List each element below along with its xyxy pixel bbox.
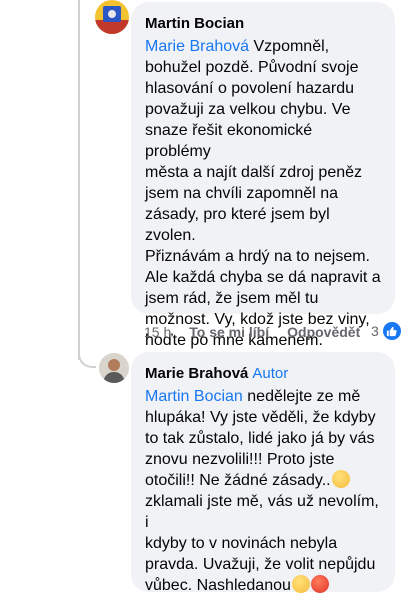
comment-bubble: Martin Bocian Marie Brahová Vzpomněl, bo… [131,2,395,349]
comment-text: Martin Bocian nedělejte ze mě hlupáka! V… [145,388,379,594]
reply-button[interactable]: Odpovědět [287,324,360,340]
thread-connector [78,330,96,368]
mention-link[interactable]: Martin Bocian [145,388,243,405]
comment-author[interactable]: Martin Bocian [145,14,381,34]
avatar[interactable] [95,0,129,34]
thumbs-up-icon [382,322,401,340]
comment-bubble: Marie Brahová Autor Martin Bocian nedělej… [131,352,395,594]
mention-link[interactable]: Marie Brahová [145,38,249,55]
author-name[interactable]: Marie Brahová [145,365,248,382]
comment-actions: 15 h To se mi líbí Odpovědět [144,322,378,342]
sad-face-icon [331,470,350,488]
timestamp[interactable]: 15 h [144,324,171,340]
reaction-summary[interactable]: 3 [371,322,401,340]
reaction-count: 3 [371,323,379,339]
avatar[interactable] [99,353,129,383]
comment-text: Marie Brahová Vzpomněl, bohužel pozdě. P… [145,38,381,349]
angry-face-icon [310,575,329,593]
like-button[interactable]: To se mi líbí [189,324,269,340]
thread-line [78,0,80,360]
author-badge: Autor [252,365,289,382]
pensive-face-icon [291,575,310,593]
comment-author: Marie Brahová Autor [145,364,381,384]
